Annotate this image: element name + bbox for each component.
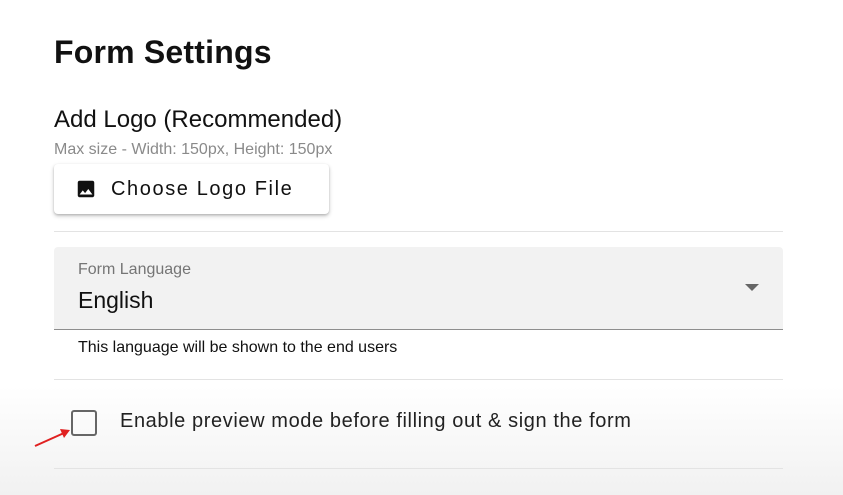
preview-mode-label[interactable]: Enable preview mode before filling out &…	[120, 410, 632, 433]
form-language-label: Form Language	[78, 261, 191, 278]
logo-heading: Add Logo (Recommended)	[54, 106, 343, 133]
form-language-select[interactable]: Form Language English	[54, 247, 783, 330]
form-language-value: English	[78, 287, 154, 313]
divider	[54, 468, 783, 469]
caret-down-icon	[745, 284, 759, 291]
form-language-helper: This language will be shown to the end u…	[78, 339, 398, 356]
logo-size-hint: Max size - Width: 150px, Height: 150px	[54, 141, 333, 158]
choose-logo-button-label: Choose Logo File	[111, 177, 294, 200]
preview-mode-checkbox[interactable]	[71, 410, 97, 436]
image-icon	[75, 178, 97, 200]
choose-logo-button[interactable]: Choose Logo File	[54, 164, 329, 214]
divider	[54, 379, 783, 380]
divider	[54, 231, 783, 232]
red-arrow-annotation-icon	[34, 429, 70, 447]
page-title: Form Settings	[54, 34, 272, 70]
